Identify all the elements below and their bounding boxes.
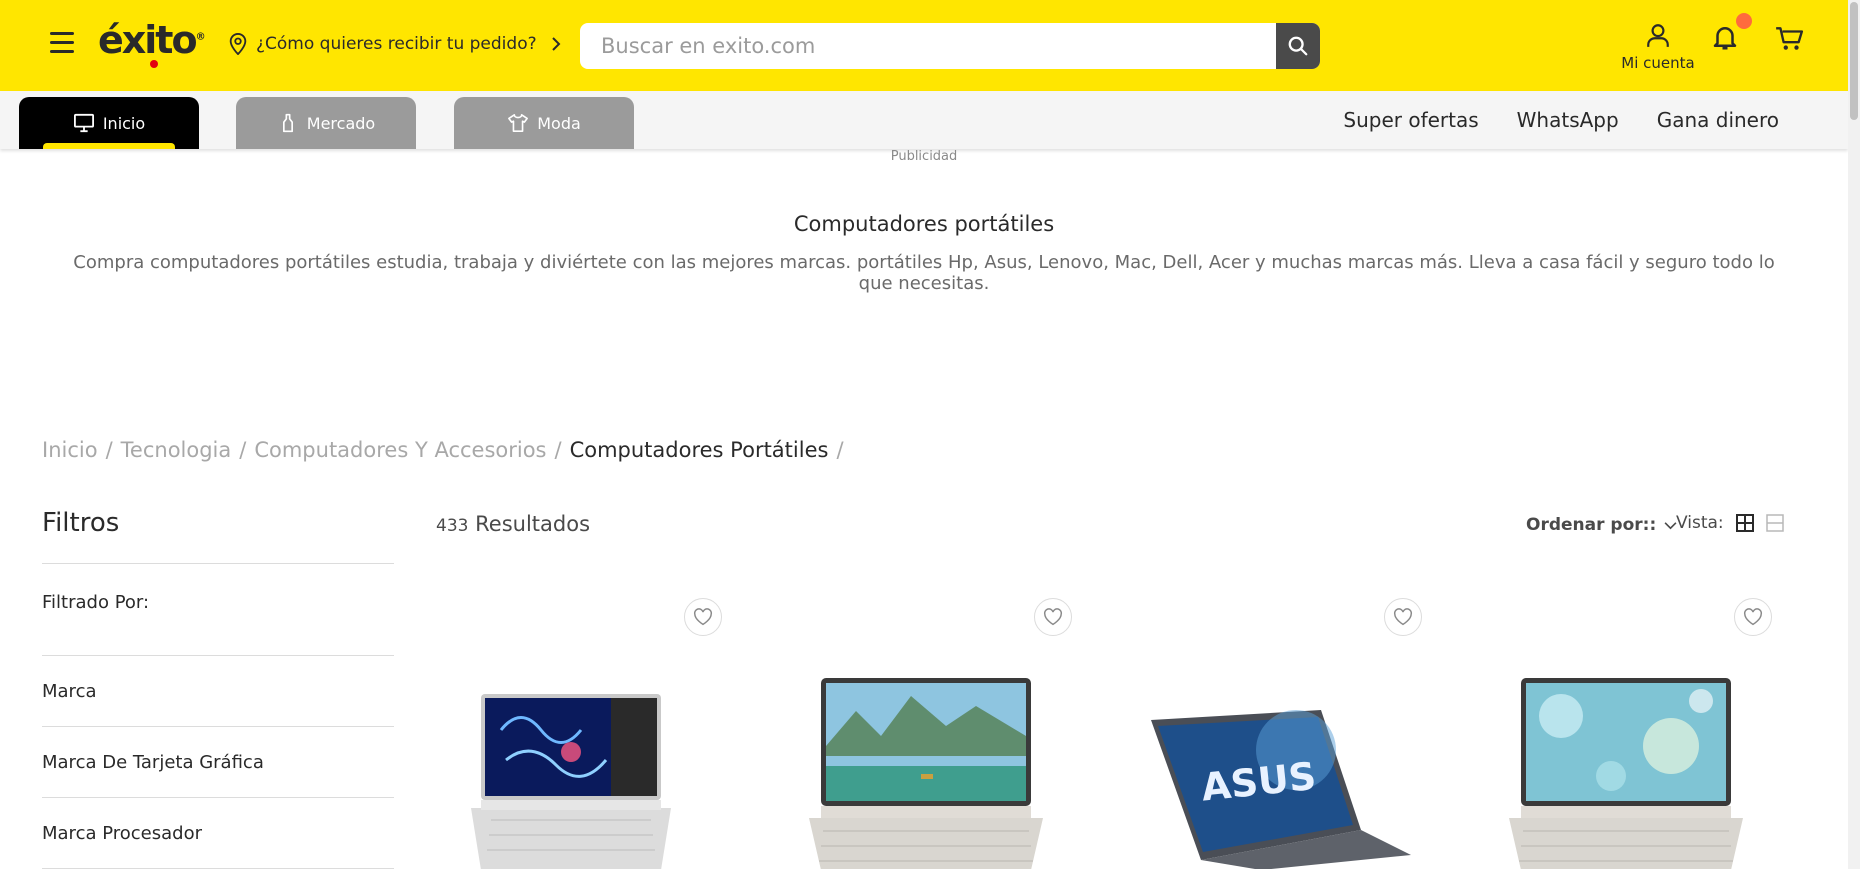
breadcrumb-separator: / [105,438,113,462]
menu-icon[interactable] [50,32,74,54]
filters-panel: Filtros Filtrado Por: Marca Marca De Tar… [42,508,394,869]
laptop-image[interactable] [801,676,1061,869]
category-navbar: Inicio Mercado Moda Super ofertas WhatsA… [0,91,1848,149]
location-pin-icon [229,33,247,55]
breadcrumb-computadores-accesorios[interactable]: Computadores Y Accesorios [254,438,546,462]
scrollbar-thumb[interactable] [1850,2,1858,120]
chevron-right-icon [551,37,561,51]
product-card[interactable] [1486,590,1786,869]
favorite-button[interactable] [1034,598,1072,636]
breadcrumb-tecnologia[interactable]: Tecnologia [121,438,232,462]
filters-title: Filtros [42,508,120,538]
laptop-image[interactable] [461,690,681,869]
notification-badge [1736,13,1752,29]
search-input[interactable] [580,23,1276,69]
list-view-button[interactable] [1765,514,1784,532]
monitor-icon [73,113,94,133]
user-icon [1647,24,1669,47]
cart-icon [1776,27,1804,50]
heart-icon [1044,608,1062,626]
tab-mercado[interactable]: Mercado [236,97,416,149]
filter-label: Marca [42,680,97,702]
link-super-ofertas[interactable]: Super ofertas [1343,108,1478,132]
tab-moda[interactable]: Moda [454,97,634,149]
favorite-button[interactable] [1734,598,1772,636]
view-label: Vista: [1676,513,1724,533]
search-bar [580,23,1320,69]
results-label: Resultados [475,512,591,536]
account-button[interactable]: Mi cuenta [1618,22,1698,72]
account-label: Mi cuenta [1621,54,1695,72]
filter-marca[interactable]: Marca [42,655,394,726]
product-card[interactable] [786,590,1086,869]
bell-icon [1713,27,1737,50]
notifications-button[interactable] [1710,13,1752,54]
bottle-icon [282,113,293,133]
breadcrumb-separator: / [239,438,247,462]
heart-icon [1744,608,1762,626]
filter-marca-procesador[interactable]: Marca Procesador [42,797,394,868]
laptop-image[interactable]: ASUS [1146,710,1416,869]
filter-marca-tarjeta-grafica[interactable]: Marca De Tarjeta Gráfica [42,726,394,797]
filter-label: Marca De Tarjeta Gráfica [42,751,264,773]
breadcrumb-inicio[interactable]: Inicio [42,438,98,462]
tab-label: Moda [537,113,581,133]
breadcrumb-separator: / [554,438,562,462]
list-icon [1765,514,1784,532]
favorite-button[interactable] [1384,598,1422,636]
exito-logo[interactable]: éxito® [98,18,206,68]
tab-label: Inicio [102,113,146,133]
results-count: 433 Resultados [436,512,590,536]
heart-icon [694,608,712,626]
heart-icon [1394,608,1412,626]
logo-text: éxito [98,18,198,62]
product-card[interactable]: ASUS [1136,590,1436,869]
link-whatsapp[interactable]: WhatsApp [1517,108,1619,132]
category-title: Computadores portátiles [793,212,1055,236]
logo-red-dot [150,60,158,68]
grid-icon [1735,514,1754,532]
shirt-icon [508,114,529,132]
grid-view-button[interactable] [1735,514,1754,532]
filtered-by-label: Filtrado Por: [42,592,150,613]
breadcrumb-current: Computadores Portátiles [569,438,829,462]
laptop-image[interactable] [1501,676,1761,869]
product-card[interactable] [436,590,736,869]
sort-label: Ordenar por:: [1526,515,1657,535]
logo-registered-mark: ® [195,31,206,43]
search-icon [1288,36,1308,56]
category-description: Compra computadores portátiles estudia, … [73,252,1775,294]
nav-links: Super ofertas WhatsApp Gana dinero [1343,108,1779,132]
sort-dropdown[interactable]: Ordenar por:: [1526,515,1677,535]
filter-label: Marca Procesador [42,822,202,844]
delivery-prompt-text: ¿Cómo quieres recibir tu pedido? [256,34,537,54]
tab-label: Mercado [306,113,376,133]
results-number: 433 [436,516,469,536]
search-button[interactable] [1276,23,1320,69]
page-scrollbar[interactable] [1848,0,1860,869]
view-toggle: Vista: [1676,513,1784,533]
top-header: éxito® ¿Cómo quieres recibir tu pedido? … [0,0,1848,91]
favorite-button[interactable] [684,598,722,636]
breadcrumb: Inicio / Tecnologia / Computadores Y Acc… [42,438,844,462]
ad-label: Publicidad [890,149,958,164]
delivery-selector[interactable]: ¿Cómo quieres recibir tu pedido? [228,33,561,55]
breadcrumb-separator: / [836,438,844,462]
tab-inicio[interactable]: Inicio [19,97,199,149]
cart-button[interactable] [1774,24,1804,54]
link-gana-dinero[interactable]: Gana dinero [1657,108,1779,132]
